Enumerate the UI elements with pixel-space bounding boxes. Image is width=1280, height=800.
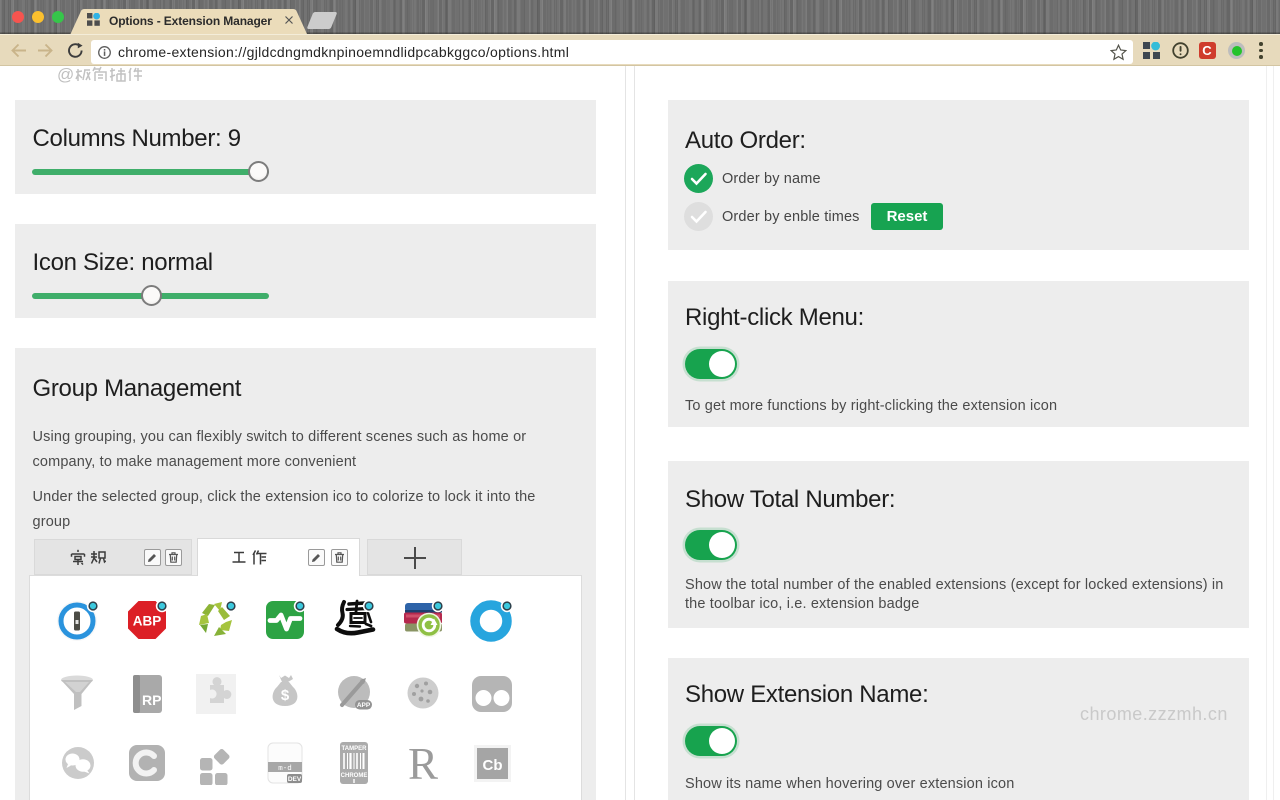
svg-text:CHROME: CHROME — [341, 773, 368, 779]
svg-text:APP: APP — [357, 702, 371, 709]
svg-text:TAMPER: TAMPER — [342, 746, 368, 752]
svg-text:RP: RP — [142, 692, 161, 708]
svg-text:R: R — [408, 741, 438, 785]
svg-text:Cb: Cb — [483, 757, 503, 774]
svg-text:@: @ — [57, 65, 74, 83]
svg-text:m-d: m-d — [278, 765, 292, 773]
svg-text:$: $ — [281, 687, 290, 704]
svg-text:DEV: DEV — [288, 776, 302, 783]
svg-text:ABP: ABP — [133, 614, 162, 629]
